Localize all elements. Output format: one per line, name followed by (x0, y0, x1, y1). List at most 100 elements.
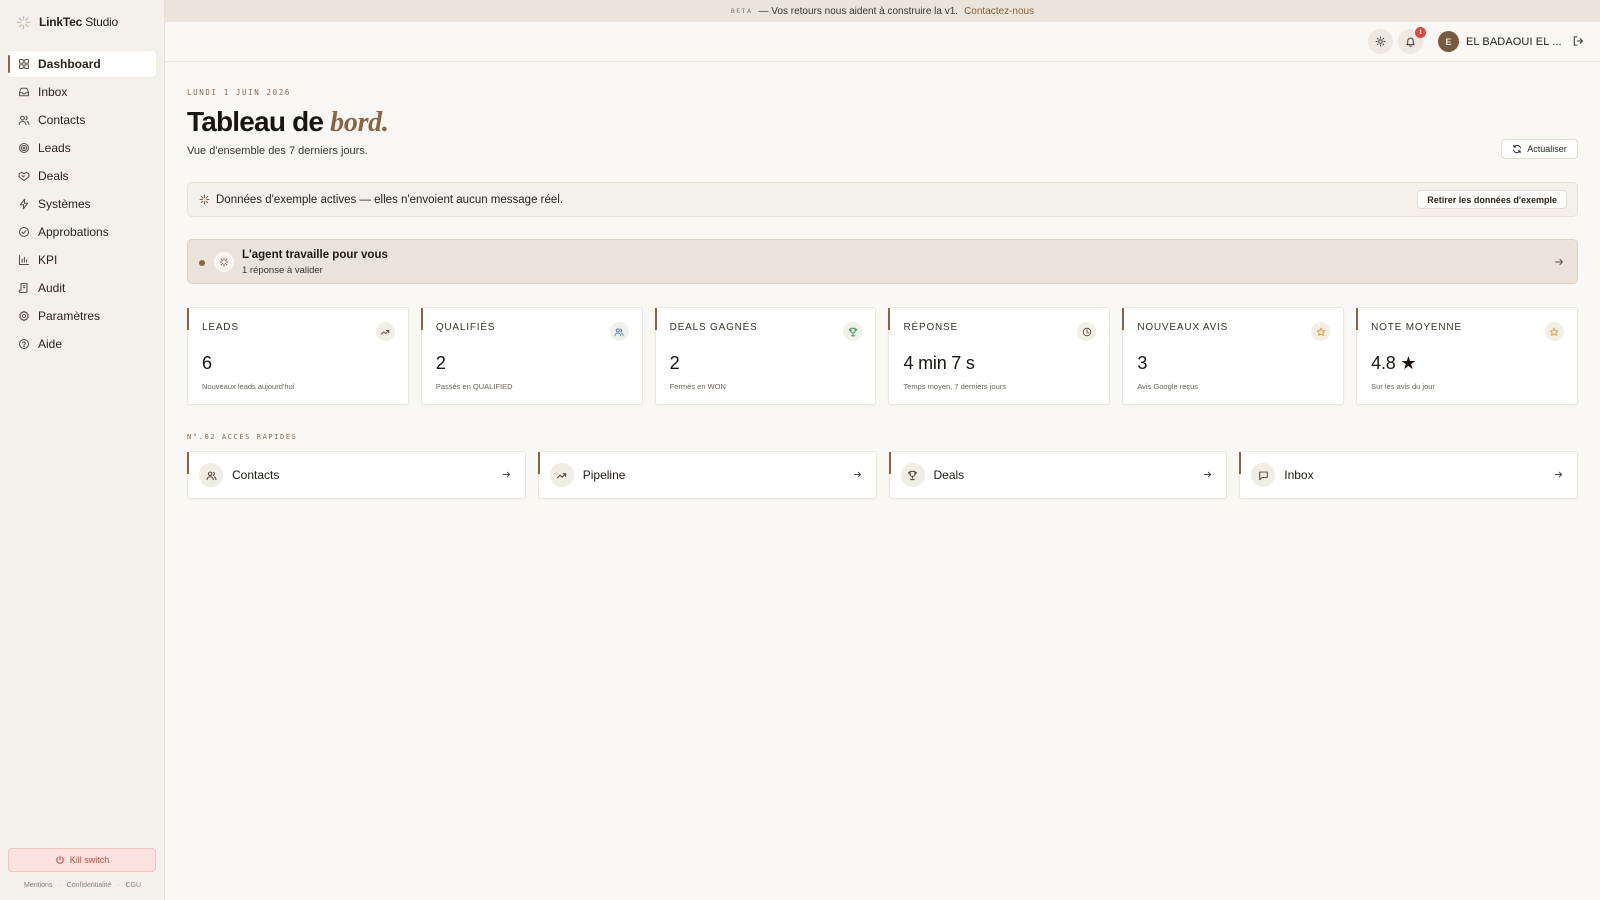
notification-badge: 1 (1415, 27, 1426, 38)
theme-toggle-button[interactable] (1368, 29, 1393, 54)
logout-icon (1572, 35, 1584, 48)
arrow-right-icon (1203, 470, 1213, 480)
kpi-value: 4 min 7 s (903, 353, 975, 373)
brand[interactable]: LinkTec Studio (0, 0, 164, 44)
trophy-icon (843, 322, 863, 341)
gear-icon (18, 310, 30, 322)
agent-title: L'agent travaille pour vous (242, 249, 388, 261)
link-cgu[interactable]: CGU (125, 882, 141, 889)
kpi-value: 4.8 ★ (1371, 353, 1417, 373)
scroll-icon (18, 282, 30, 294)
kpi-value: 2 (669, 353, 680, 373)
main-nav: Dashboard Inbox Contacts Leads Deals Sys… (0, 51, 164, 357)
trend-up-icon (549, 463, 574, 487)
quick-link-label: Pipeline (582, 468, 626, 482)
kpi-value: 2 (435, 353, 446, 373)
quick-link-label: Deals (933, 468, 965, 482)
nav-label: Deals (38, 169, 69, 183)
nav-item-leads[interactable]: Leads (8, 135, 156, 161)
nav-item-approbations[interactable]: Approbations (8, 219, 156, 245)
notifications-button[interactable]: 1 (1398, 27, 1426, 54)
notice-text: Données d'exemple actives — elles n'envo… (216, 193, 564, 206)
kpi-card-leads: LEADS 6 Nouveaux leads aujourd'hui (187, 307, 409, 405)
remove-sample-data-button[interactable]: Retirer les données d'exemple (1417, 190, 1567, 209)
users-icon (18, 114, 30, 126)
star-icon (1544, 322, 1564, 341)
kpi-label: LEADS (202, 322, 239, 333)
sparkle-icon (214, 252, 234, 272)
quick-link-pipeline[interactable]: Pipeline (537, 451, 877, 499)
quick-access-heading: N°.02 ACCÈS RAPIDES (187, 433, 298, 441)
legal-links: Mentions · Confidentialité · CGU (0, 882, 165, 889)
kpi-hint: Sur les avis du jour (1371, 382, 1435, 391)
refresh-icon (1512, 144, 1522, 154)
kill-switch-button[interactable]: Kill switch (8, 848, 156, 872)
nav-label: Contacts (38, 113, 86, 127)
sample-data-notice: Données d'exemple actives — elles n'envo… (187, 182, 1578, 217)
kpi-hint: Passés en QUALIFIED (435, 382, 513, 391)
nav-item-aide[interactable]: Aide (8, 331, 156, 357)
quick-access: Contacts Pipeline Deals Inbox (187, 451, 1578, 499)
top-header: 1 E EL BADAOUI EL ... (165, 22, 1600, 62)
power-icon (55, 855, 65, 865)
beta-text: — Vos retours nous aident à construire l… (758, 5, 959, 17)
page-subtitle: Vue d'ensemble des 7 derniers jours. (187, 145, 368, 157)
nav-label: Dashboard (38, 57, 101, 71)
kpi-cards: LEADS 6 Nouveaux leads aujourd'hui QUALI… (187, 307, 1578, 405)
quick-link-deals[interactable]: Deals (888, 451, 1228, 499)
bolt-icon (18, 198, 30, 210)
handshake-icon (18, 170, 30, 182)
sun-icon (1375, 36, 1386, 47)
brand-name: LinkTec Studio (39, 15, 119, 29)
dashboard-icon (18, 58, 30, 70)
clock-icon (1077, 322, 1097, 341)
inbox-icon (18, 86, 30, 98)
nav-item-audit[interactable]: Audit (8, 275, 156, 301)
quick-link-contacts[interactable]: Contacts (187, 451, 526, 499)
nav-label: Audit (38, 281, 66, 295)
user-name: EL BADAOUI EL ... (1466, 35, 1562, 48)
kpi-hint: Fermés en WON (669, 382, 726, 391)
nav-item-dashboard[interactable]: Dashboard (8, 51, 156, 77)
kpi-card-qualifies: QUALIFIÉS 2 Passés en QUALIFIED (420, 307, 643, 405)
kpi-label: RÉPONSE (903, 322, 958, 333)
nav-item-inbox[interactable]: Inbox (8, 79, 156, 105)
kpi-value: 6 (202, 353, 212, 373)
nav-item-systemes[interactable]: Systèmes (8, 191, 156, 217)
nav-label: KPI (38, 253, 58, 267)
kpi-card-nouveaux-avis: NOUVEAUX AVIS 3 Avis Google reçus (1122, 307, 1345, 405)
user-menu[interactable]: E EL BADAOUI EL ... (1438, 31, 1562, 52)
refresh-label: Actualiser (1527, 144, 1567, 154)
page-title: Tableau de bord. (187, 106, 389, 138)
refresh-button[interactable]: Actualiser (1501, 139, 1578, 159)
agent-status-card[interactable]: L'agent travaille pour vous 1 réponse à … (187, 239, 1578, 284)
link-confidentialite[interactable]: Confidentialité (67, 882, 111, 889)
contact-link[interactable]: Contactez-nous (964, 6, 1034, 17)
trophy-icon (900, 463, 925, 487)
arrow-right-icon (1554, 257, 1565, 268)
nav-item-contacts[interactable]: Contacts (8, 107, 156, 133)
quick-link-label: Inbox (1284, 468, 1314, 482)
separator: · (117, 882, 120, 889)
nav-item-parametres[interactable]: Paramètres (8, 303, 156, 329)
agent-subtitle: 1 réponse à valider (242, 265, 323, 276)
logout-button[interactable] (1572, 35, 1585, 48)
quick-link-inbox[interactable]: Inbox (1239, 451, 1578, 499)
kpi-hint: Avis Google reçus (1137, 382, 1199, 391)
sparkle-logo-icon (16, 15, 31, 30)
avatar: E (1438, 31, 1459, 52)
nav-label: Systèmes (38, 197, 91, 211)
arrow-right-icon (502, 470, 512, 480)
nav-item-kpi[interactable]: KPI (8, 247, 156, 273)
kpi-card-deals-gagnes: DEALS GAGNÉS 2 Fermés en WON (654, 307, 877, 405)
nav-label: Leads (38, 141, 71, 155)
star-icon (1311, 322, 1331, 341)
kill-switch-label: Kill switch (69, 855, 110, 865)
kpi-hint: Nouveaux leads aujourd'hui (202, 382, 295, 391)
beta-banner: BETA — Vos retours nous aident à constru… (165, 0, 1600, 22)
nav-label: Inbox (38, 85, 68, 99)
separator: · (58, 882, 61, 889)
link-mentions[interactable]: Mentions (24, 882, 52, 889)
status-dot (199, 260, 205, 266)
nav-item-deals[interactable]: Deals (8, 163, 156, 189)
